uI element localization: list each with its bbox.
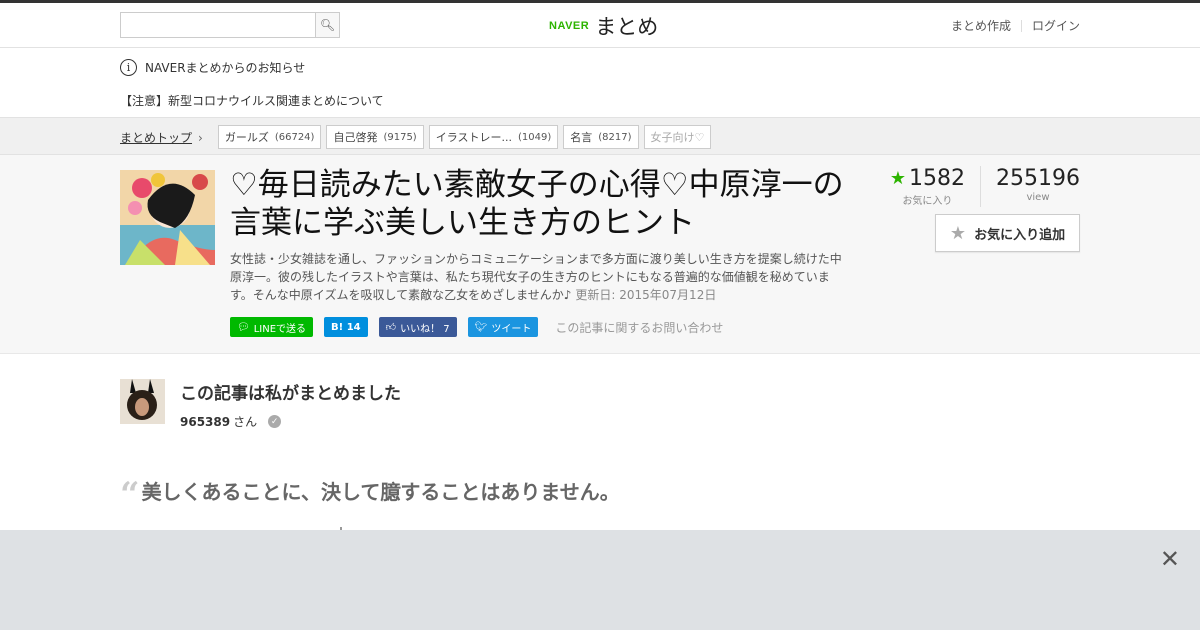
quote-mark-icon: “ [120, 474, 140, 515]
updated-date: 更新日: 2015年07月12日 [575, 288, 717, 302]
favorites-count: 1582 [909, 166, 966, 191]
article-thumbnail[interactable] [120, 170, 215, 265]
article-stats: ★ 1582 お気に入り 255196 view [875, 166, 1080, 207]
check-icon: ✓ [268, 415, 282, 428]
close-icon[interactable]: ✕ [1160, 547, 1180, 571]
tag-count: (9175) [383, 131, 417, 143]
twitter-tweet-button[interactable]: 🐦︎ ツイート [467, 317, 539, 337]
favorites-label: お気に入り [902, 196, 953, 207]
chevron-right-icon: › [198, 130, 203, 145]
tag-label: 名言 [570, 131, 593, 144]
notice-area: i NAVERまとめからのお知らせ 【注意】新型コロナウイルス関連まとめについて [0, 48, 1200, 118]
description-text: 女性誌・少女雑誌を通し、ファッションからコミュニケーションまで多方面に渡り美しい… [230, 252, 842, 302]
article-description: 女性誌・少女雑誌を通し、ファッションからコミュニケーションまで多方面に渡り美しい… [230, 250, 850, 304]
hatena-label: B! 14 [331, 321, 361, 333]
line-share-label: LINEで送る [253, 323, 307, 335]
favorites-stat: ★ 1582 お気に入り [875, 166, 980, 207]
star-icon: ★ [889, 168, 907, 189]
share-bar: 💬︎ LINEで送る B! 14 👍︎ いいね！ 7 🐦︎ ツイート この記事に関する… [230, 317, 723, 337]
search-box: 🔍︎ [120, 12, 340, 38]
tag-label: 女子向け♡ [650, 131, 705, 144]
author-section: この記事は私がまとめました 965389 さん ✓ [120, 379, 401, 430]
ad-overlay: ✕ [0, 530, 1200, 630]
logo-name: まとめ [595, 15, 659, 39]
tag-count: (66724) [274, 131, 315, 143]
tag-girls[interactable]: ガールズ (66724) [217, 125, 322, 149]
tag-label: ガールズ [224, 131, 269, 144]
search-input[interactable] [120, 12, 315, 38]
tag-count: (8217) [598, 131, 632, 143]
facebook-like-button[interactable]: 👍︎ いいね！ 7 [378, 317, 457, 337]
breadcrumb-top-link[interactable]: まとめトップ › [120, 129, 203, 146]
contact-link[interactable]: この記事に関するお問い合わせ [555, 319, 723, 336]
article-header: ♡毎日読みたい素敵女子の心得♡中原淳一の言葉に学ぶ美しい生き方のヒント 女性誌・… [0, 155, 1200, 354]
search-icon: 🔍︎ [319, 18, 336, 32]
login-link[interactable]: ログイン [1032, 17, 1080, 34]
line-icon: 💬︎ [237, 321, 250, 333]
tweet-label: ツイート [491, 323, 532, 335]
views-count: 255196 [996, 166, 1080, 191]
facebook-like-label: いいね！ 7 [400, 323, 450, 335]
search-button[interactable]: 🔍︎ [315, 12, 340, 38]
author-suffix: さん [233, 415, 258, 429]
thumbs-up-icon: 👍︎ [385, 322, 397, 333]
author-name[interactable]: 965389 さん ✓ [180, 413, 401, 430]
site-logo[interactable]: NAVER まとめ [549, 11, 658, 41]
breadcrumb-top-label: まとめトップ [120, 130, 193, 145]
views-stat: 255196 view [980, 166, 1080, 207]
tag-count: (1049) [518, 131, 552, 143]
create-matome-link[interactable]: まとめ作成 [951, 17, 1011, 34]
quote-heading: “ 美しくあることに、決して臆することはありません。 [120, 474, 620, 515]
line-share-button[interactable]: 💬︎ LINEで送る [230, 317, 314, 337]
star-outline-icon: ★ [949, 222, 967, 244]
views-label: view [1026, 192, 1050, 203]
top-header: 🔍︎ NAVER まとめ まとめ作成 ログイン [0, 0, 1200, 48]
tag-label: イラストレー... [435, 131, 512, 144]
info-icon: i [120, 59, 137, 76]
add-favorite-label: お気に入り追加 [974, 227, 1066, 243]
notice-item[interactable]: 【注意】新型コロナウイルス関連まとめについて [120, 92, 384, 109]
tag-for-girls[interactable]: 女子向け♡ [643, 125, 712, 149]
tag-self-development[interactable]: 自己啓発 (9175) [326, 125, 424, 149]
tag-label: 自己啓発 [333, 131, 378, 144]
author-heading: この記事は私がまとめました [180, 384, 401, 404]
tag-quotes[interactable]: 名言 (8217) [563, 125, 639, 149]
top-nav: まとめ作成 ログイン [951, 17, 1080, 34]
article-title: ♡毎日読みたい素敵女子の心得♡中原淳一の言葉に学ぶ美しい生き方のヒント [230, 167, 844, 241]
author-id: 965389 [180, 414, 231, 429]
notice-title[interactable]: NAVERまとめからのお知らせ [145, 59, 305, 76]
nav-divider [1020, 19, 1022, 32]
twitter-bird-icon: 🐦︎ [474, 321, 488, 333]
breadcrumb: まとめトップ › ガールズ (66724) 自己啓発 (9175) イラストレー...… [0, 118, 1200, 155]
quote-text: 美しくあることに、決して臆することはありません。 [141, 480, 620, 504]
avatar[interactable] [120, 379, 165, 424]
add-favorite-button[interactable]: ★ お気に入り追加 [935, 214, 1080, 252]
logo-brand: NAVER [549, 20, 590, 32]
hatena-bookmark-button[interactable]: B! 14 [324, 317, 368, 337]
tag-illustrator[interactable]: イラストレー... (1049) [428, 125, 559, 149]
